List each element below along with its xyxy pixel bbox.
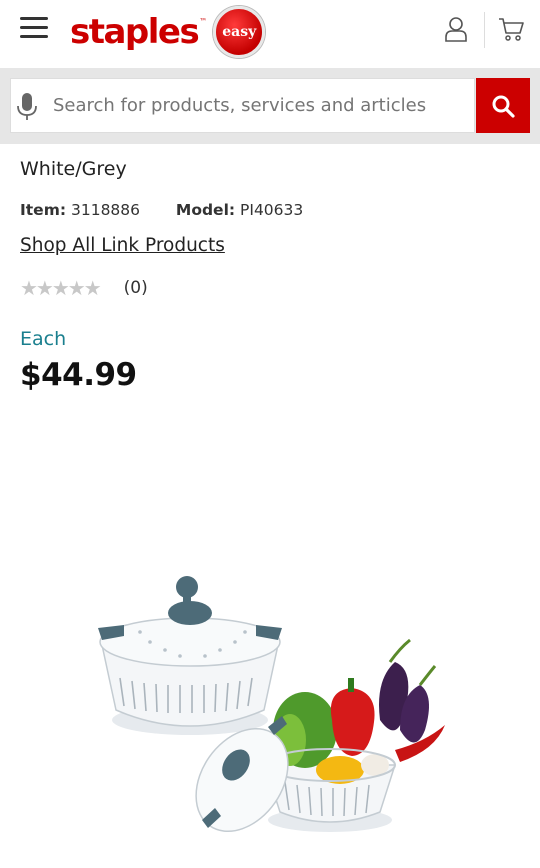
search-bar: [0, 68, 540, 144]
star-rating-icon: ★★★★★: [20, 276, 102, 300]
person-icon[interactable]: [444, 16, 468, 42]
rating[interactable]: ★★★★★ (0): [20, 276, 148, 300]
price: $44.99: [20, 357, 137, 393]
search-input[interactable]: [53, 79, 473, 132]
hamburger-menu-icon[interactable]: [20, 17, 48, 39]
search-box: [10, 78, 475, 133]
item-label: Item:: [20, 201, 67, 219]
header-divider: [484, 12, 485, 48]
logo-trademark: ™: [199, 17, 208, 26]
shop-all-link-products-link[interactable]: Shop All Link Products: [20, 235, 225, 256]
product-meta: Item: 3118886 Model: PI40633: [20, 201, 303, 219]
microphone-icon[interactable]: [16, 92, 38, 122]
easy-button-badge: easy: [213, 6, 266, 58]
search-icon: [492, 95, 515, 118]
search-button[interactable]: [476, 78, 530, 133]
model-number: PI40633: [240, 201, 304, 219]
staples-logo[interactable]: staples ™ easy: [70, 5, 266, 59]
logo-wordmark: staples: [70, 12, 200, 52]
model-label: Model:: [175, 201, 236, 219]
item-number: 3118886: [70, 201, 141, 219]
price-unit: Each: [20, 328, 67, 350]
salad-spinner-with-lid: [98, 576, 282, 735]
cart-icon[interactable]: [498, 16, 524, 42]
product-image[interactable]: [90, 570, 460, 840]
header: staples ™ easy: [0, 0, 540, 68]
review-count: (0): [123, 278, 148, 298]
product-variant: White/Grey: [20, 158, 127, 180]
